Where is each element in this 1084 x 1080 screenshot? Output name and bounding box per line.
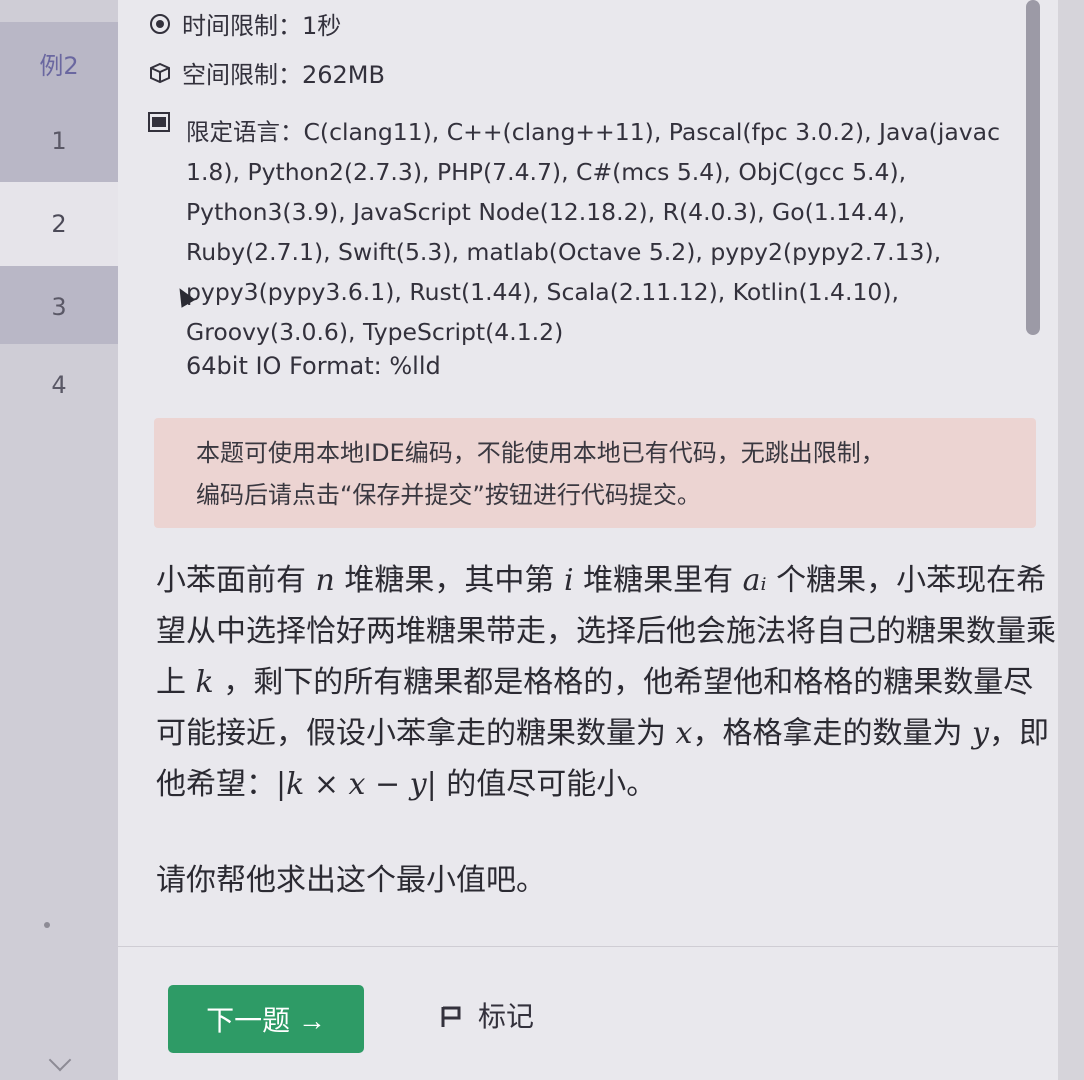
sidebar-item-example2[interactable]: 例2 xyxy=(0,22,118,104)
formula: |k × x − y| xyxy=(276,767,437,802)
sidebar-item-label: 1 xyxy=(51,127,67,155)
var-ai: aᵢ xyxy=(742,563,767,598)
footer-divider xyxy=(118,946,1058,947)
sidebar-item-label: 4 xyxy=(51,371,67,399)
sidebar-item-4[interactable]: 4 xyxy=(0,344,118,426)
notice-box: 本题可使用本地IDE编码，不能使用本地已有代码，无跳出限制， 编码后请点击“保存… xyxy=(154,418,1036,528)
problem-ask: 请你帮他求出这个最小值吧。 xyxy=(156,863,546,898)
mark-button[interactable]: 标记 xyxy=(440,995,534,1035)
var-x: x xyxy=(675,716,693,751)
problem-sidebar: 例2 1 2 3 4 xyxy=(0,0,118,1080)
notice-line-1: 本题可使用本地IDE编码，不能使用本地已有代码，无跳出限制， xyxy=(196,439,885,467)
sidebar-dot xyxy=(44,922,50,928)
stmt-text: ，格格拿走的数量为 xyxy=(692,716,973,751)
sidebar-item-label: 2 xyxy=(51,210,67,238)
memory-limit: 空间限制：262MB xyxy=(148,55,385,90)
sidebar-item-label: 例2 xyxy=(39,51,79,80)
sidebar-item-1[interactable]: 1 xyxy=(0,100,118,182)
chevron-down-icon[interactable] xyxy=(48,1048,72,1072)
sidebar-item-label: 3 xyxy=(51,293,67,321)
var-i: i xyxy=(563,563,574,598)
mark-label: 标记 xyxy=(478,1000,535,1033)
scrollbar-thumb[interactable] xyxy=(1026,0,1040,335)
problem-statement: 小苯面前有 n 堆糖果，其中第 i 堆糖果里有 aᵢ 个糖果，小苯现在希望从中选… xyxy=(156,555,1056,810)
stmt-text: 的值尽可能小。 xyxy=(436,767,657,802)
notice-line-2: 编码后请点击“保存并提交”按钮进行代码提交。 xyxy=(196,481,701,509)
stmt-text: 堆糖果里有 xyxy=(573,563,743,598)
time-limit-text: 时间限制：1秒 xyxy=(182,12,342,40)
memory-limit-text: 空间限制：262MB xyxy=(182,61,385,89)
image-icon xyxy=(148,112,172,136)
clock-icon xyxy=(148,12,172,36)
time-limit: 时间限制：1秒 xyxy=(148,6,341,41)
language-values: C(clang11), C++(clang++11), Pascal(fpc 3… xyxy=(186,118,1000,346)
var-n: n xyxy=(315,563,335,598)
sidebar-item-3[interactable]: 3 xyxy=(0,266,118,348)
io-format: 64bit IO Format: %lld xyxy=(186,352,441,380)
var-k: k xyxy=(195,665,214,700)
flag-icon xyxy=(440,1003,462,1027)
language-list: 限定语言：C(clang11), C++(clang++11), Pascal(… xyxy=(148,112,1016,352)
sidebar-item-2[interactable]: 2 xyxy=(0,182,118,266)
cube-icon xyxy=(148,61,172,85)
scrollbar-track[interactable] xyxy=(1058,0,1084,1080)
next-problem-button[interactable]: 下一题 → xyxy=(168,985,364,1053)
var-y: y xyxy=(972,716,989,751)
stmt-text: 堆糖果，其中第 xyxy=(334,563,564,598)
stmt-text: 小苯面前有 xyxy=(156,563,316,598)
language-label: 限定语言： xyxy=(186,118,304,146)
language-label-wrap xyxy=(148,112,182,136)
